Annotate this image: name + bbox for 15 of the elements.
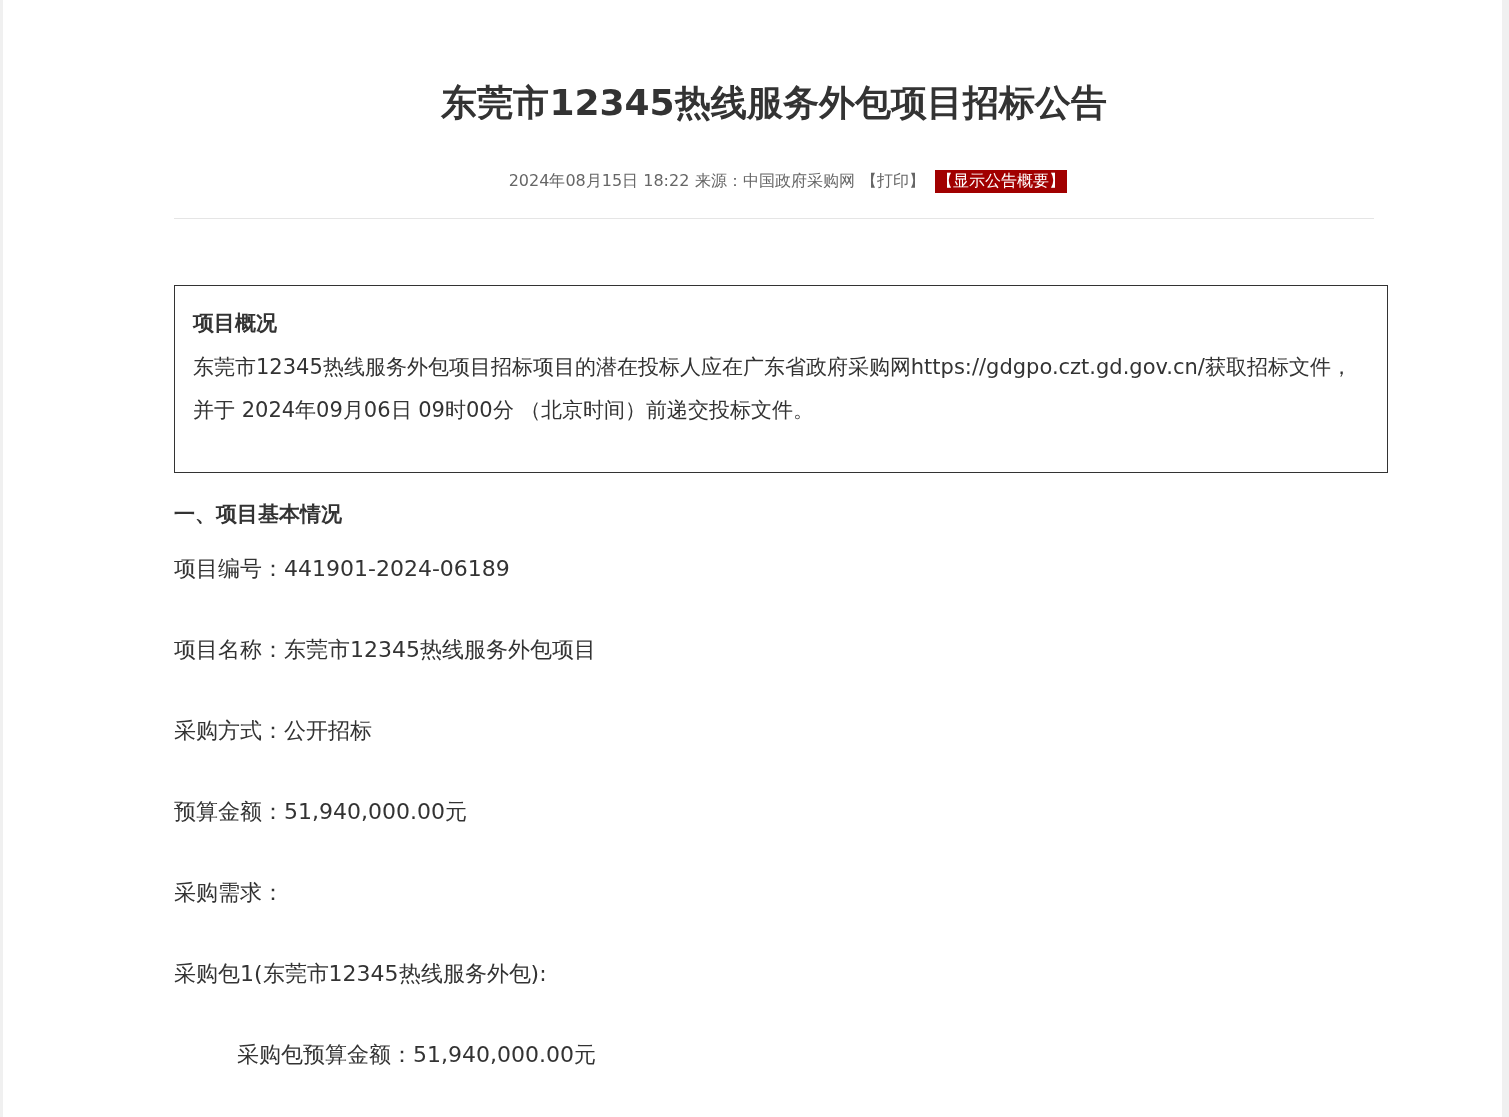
article-title: 东莞市12345热线服务外包项目招标公告 [440, 81, 1108, 125]
overview-text: 东莞市12345热线服务外包项目招标项目的潜在投标人应在广东省政府采购网https://gdgpo.czt.gd.gov.cn/获取招标文件，并于 2024年09月06日 09时00分 （北京时间）前递交投标文件。 [193, 354, 1353, 424]
section-heading: 一、项目基本情况 [174, 501, 343, 528]
info-line: 采购需求： [174, 879, 285, 907]
print-link[interactable]: 【打印】 [861, 171, 926, 192]
info-line: 采购包1(东莞市12345热线服务外包): [174, 960, 548, 988]
info-line: 项目名称：东莞市12345热线服务外包项目 [174, 636, 597, 664]
source-label: 来源：中国政府采购网 [695, 171, 856, 192]
info-line: 采购方式：公开招标 [174, 717, 373, 745]
show-summary-button[interactable]: 【显示公告概要】 [935, 170, 1068, 193]
info-line: 采购包预算金额：51,940,000.00元 [236, 1041, 597, 1069]
publish-date: 2024年08月15日 18:22 [508, 171, 690, 192]
info-line: 项目编号：441901-2024-06189 [174, 555, 511, 583]
overview-heading: 项目概况 [193, 310, 278, 337]
info-line: 预算金额：51,940,000.00元 [174, 798, 468, 826]
